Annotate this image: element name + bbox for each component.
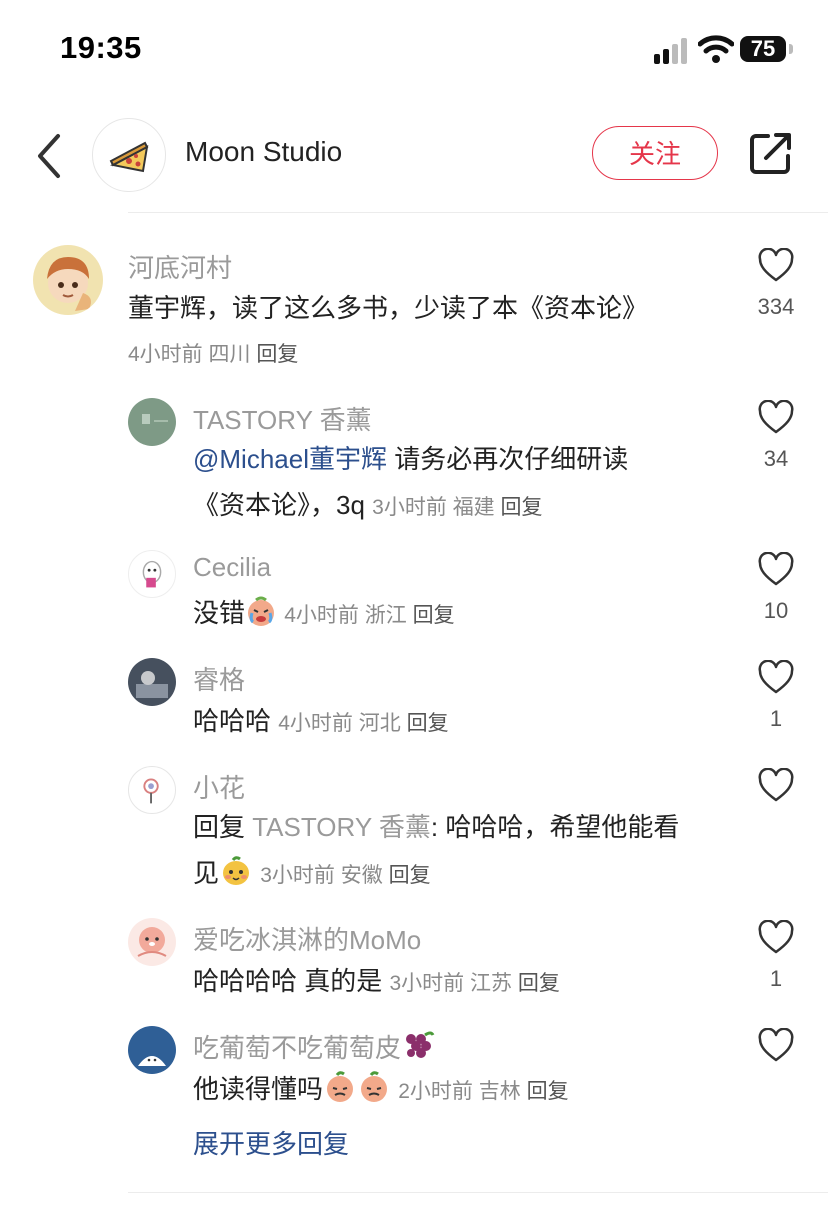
grapes-icon — [406, 1031, 435, 1058]
battery-nub — [789, 44, 793, 54]
avatar[interactable] — [128, 658, 176, 706]
follow-button[interactable]: 关注 — [592, 126, 718, 180]
reply-author[interactable]: 小花 — [193, 768, 245, 805]
reply-prefix: 回复 — [193, 812, 253, 842]
share-icon[interactable] — [748, 130, 794, 176]
like-button[interactable] — [756, 552, 796, 588]
reply-button[interactable]: 回复 — [518, 972, 560, 995]
reply-button[interactable]: 回复 — [527, 1080, 569, 1103]
reply-location: 浙江 — [364, 604, 407, 627]
reply-time: 3小时前 — [260, 864, 335, 887]
reply-text-row: 他读得懂吗 2小时前 吉林 回复 — [193, 1066, 569, 1115]
avatar[interactable] — [128, 1026, 176, 1074]
reply-button[interactable]: 回复 — [256, 343, 298, 366]
reply-to-name[interactable]: TASTORY 香薰 — [252, 812, 431, 842]
heart-icon — [758, 920, 794, 954]
avatar[interactable] — [128, 398, 176, 446]
avatar[interactable] — [33, 245, 103, 315]
reply-text-line1: 请务必再次仔细研读 — [387, 444, 629, 474]
mango-emoji-icon — [223, 856, 250, 885]
pizza-icon — [109, 141, 149, 173]
reply-location: 河北 — [358, 712, 401, 735]
battery-icon: 75 — [740, 36, 786, 62]
like-count: 1 — [769, 706, 783, 731]
heart-icon — [758, 248, 794, 282]
back-icon[interactable] — [30, 130, 70, 182]
reply-time: 2小时前 — [398, 1080, 473, 1103]
comment-time: 4小时前 — [128, 343, 203, 366]
reply-time: 4小时前 — [284, 604, 359, 627]
reply-text-line2-row: 见 3小时前 安徽 回复 — [193, 850, 431, 899]
reply-text: @Michael董宇辉 请务必再次仔细研读 — [193, 436, 628, 482]
reply-text-row: 哈哈哈哈 真的是 3小时前 江苏 回复 — [193, 958, 560, 1007]
avatar[interactable] — [128, 766, 176, 814]
mention-link[interactable]: @Michael董宇辉 — [193, 444, 387, 474]
like-count: 34 — [763, 446, 789, 471]
like-button[interactable] — [756, 1028, 796, 1064]
reply-text-line1-row: 回复 TASTORY 香薰: 哈哈哈，希望他能看 — [193, 804, 679, 850]
reply-button[interactable]: 回复 — [389, 864, 431, 887]
heart-icon — [758, 552, 794, 586]
reply-time: 4小时前 — [278, 712, 353, 735]
like-count: 10 — [763, 598, 789, 623]
expand-more-replies[interactable]: 展开更多回复 — [193, 1124, 349, 1161]
reply-author[interactable]: 爱吃冰淇淋的MoMo — [193, 920, 421, 957]
avatar[interactable] — [128, 550, 176, 598]
reply-author[interactable]: TASTORY 香薰 — [193, 400, 372, 437]
heart-icon — [758, 768, 794, 802]
like-button[interactable] — [756, 768, 796, 804]
heart-icon — [758, 660, 794, 694]
reply-text: 没错 — [193, 598, 246, 628]
reply-author-name: 吃葡萄不吃葡萄皮 — [193, 1033, 402, 1063]
reply-location: 江苏 — [470, 972, 512, 995]
page-title: Moon Studio — [185, 136, 343, 167]
reply-text: 他读得懂吗 — [193, 1074, 324, 1104]
reply-button[interactable]: 回复 — [501, 496, 543, 519]
reply-location: 吉林 — [478, 1080, 521, 1103]
reply-text-line1: : 哈哈哈，希望他能看 — [430, 812, 680, 842]
reply-author[interactable]: Cecilia — [193, 552, 271, 583]
like-count: 334 — [757, 294, 795, 319]
header-divider — [128, 212, 828, 213]
reply-author[interactable]: 睿格 — [193, 660, 245, 697]
reply-location: 安徽 — [340, 864, 383, 887]
wifi-icon — [698, 35, 734, 63]
reply-text: 哈哈哈哈 真的是 — [193, 966, 383, 996]
reply-text-line2: 《资本论》，3q — [193, 490, 365, 520]
reply-text-line2-row: 《资本论》，3q 3小时前 福建 回复 — [193, 482, 543, 531]
like-count: 1 — [769, 966, 783, 991]
heart-icon — [758, 1028, 794, 1062]
like-button[interactable] — [756, 248, 796, 284]
like-button[interactable] — [756, 660, 796, 696]
bottom-divider — [128, 1192, 828, 1193]
comment-author[interactable]: 河底河村 — [128, 248, 232, 285]
reply-time: 3小时前 — [389, 972, 465, 995]
like-button[interactable] — [756, 400, 796, 436]
reply-text-row: 没错 4小时前 浙江 回复 — [193, 590, 455, 639]
peach-emoji-icon — [327, 1071, 354, 1102]
reply-author[interactable]: 吃葡萄不吃葡萄皮 — [193, 1028, 437, 1065]
comment-meta: 4小时前 四川 回复 — [128, 332, 298, 378]
top-nav: Moon Studio 关注 — [0, 112, 828, 202]
reply-text-line2: 见 — [193, 858, 220, 888]
status-time: 19:35 — [60, 30, 142, 65]
avatar[interactable] — [128, 918, 176, 966]
peach-emoji-icon — [361, 1071, 388, 1102]
crying-emoji-icon — [248, 596, 275, 626]
reply-time: 3小时前 — [372, 496, 447, 519]
reply-button[interactable]: 回复 — [407, 712, 449, 735]
reply-location: 福建 — [452, 496, 495, 519]
comment-location: 四川 — [208, 343, 251, 366]
reply-text-row: 哈哈哈 4小时前 河北 回复 — [193, 698, 449, 747]
heart-icon — [758, 400, 794, 434]
status-bar: 19:35 75 — [0, 0, 828, 100]
reply-text: 哈哈哈 — [193, 706, 272, 736]
like-button[interactable] — [756, 920, 796, 956]
signal-icon — [654, 38, 690, 64]
author-avatar[interactable] — [92, 118, 166, 192]
comment-text: 董宇辉，读了这么多书，少读了本《资本论》 — [128, 293, 649, 323]
reply-button[interactable]: 回复 — [413, 604, 455, 627]
